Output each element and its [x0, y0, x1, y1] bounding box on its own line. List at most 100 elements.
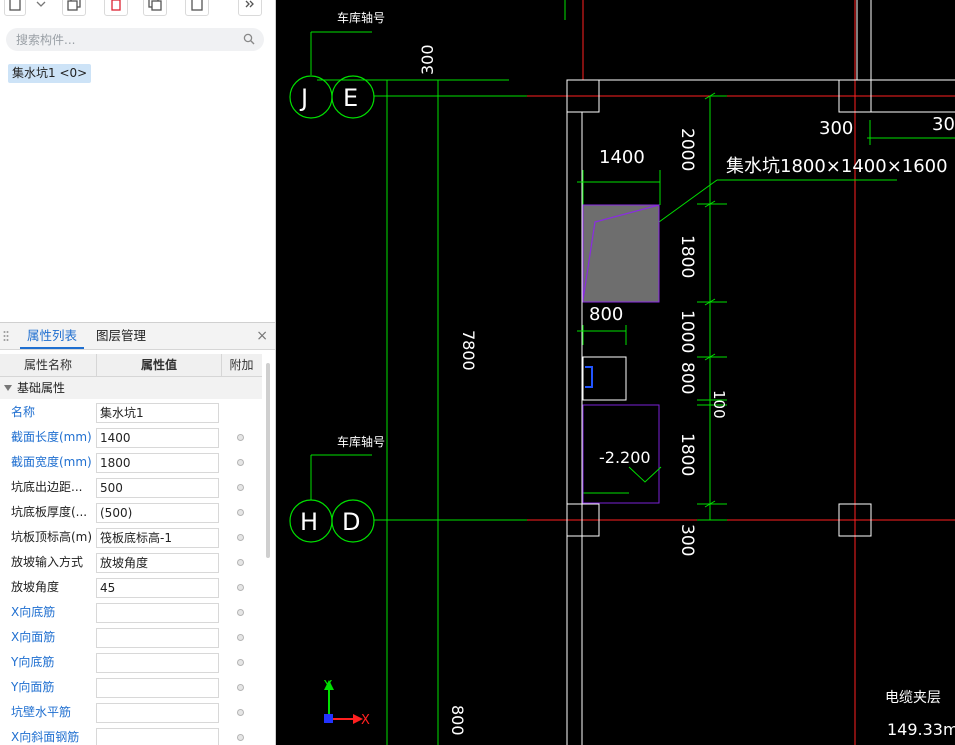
- dim-1000: 1000: [677, 310, 697, 353]
- dim-30: 30: [932, 114, 955, 135]
- layers-icon: [148, 0, 162, 11]
- sump-pit-shape[interactable]: [582, 204, 660, 303]
- extra-attribute-radio[interactable]: [237, 534, 244, 541]
- elevation-value: -2.200: [599, 448, 651, 467]
- group-label: 基础属性: [17, 381, 66, 395]
- column-header-extra: 附加: [229, 358, 254, 372]
- extra-attribute-radio[interactable]: [237, 459, 244, 466]
- room-label: 电缆夹层: [885, 690, 941, 706]
- dim-300-right: 300: [819, 118, 853, 139]
- extra-attribute-radio[interactable]: [237, 659, 244, 666]
- extra-attribute-radio[interactable]: [237, 559, 244, 566]
- pit-label: 集水坑1800×1400×1600: [726, 156, 948, 177]
- dim-2000: 2000: [677, 128, 697, 171]
- property-value-field[interactable]: [96, 728, 219, 745]
- dim-1800b: 1800: [677, 433, 697, 476]
- extra-attribute-radio[interactable]: [237, 584, 244, 591]
- chevron-down-icon: [36, 1, 46, 7]
- property-name: X向面筋: [11, 630, 56, 644]
- dim-800-bottom: 800: [448, 705, 467, 736]
- property-value-field[interactable]: [96, 628, 219, 648]
- axis-label-bottom: 车库轴号: [337, 434, 385, 449]
- property-name: 放坡输入方式: [11, 555, 84, 569]
- property-value-field[interactable]: 放坡角度: [96, 553, 219, 573]
- property-value-field[interactable]: 1400: [96, 428, 219, 448]
- property-name: 名称: [11, 405, 36, 419]
- property-row[interactable]: Y向面筋: [0, 675, 262, 700]
- axis-H: H: [300, 508, 318, 536]
- property-name: 坑底板厚度(...: [11, 505, 88, 519]
- property-value-field[interactable]: (500): [96, 503, 219, 523]
- dim-1800a: 1800: [677, 235, 697, 278]
- tab-property-list[interactable]: 属性列表: [20, 323, 84, 349]
- property-name: 坑壁水平筋: [11, 705, 72, 719]
- save-component-button[interactable]: [185, 0, 209, 16]
- property-value-field[interactable]: 筏板底标高-1: [96, 528, 219, 548]
- component-tree-item[interactable]: 集水坑1 <0>: [8, 64, 92, 83]
- property-row[interactable]: 坑板顶标高(m) 筏板底标高-1: [0, 525, 262, 550]
- extra-attribute-radio[interactable]: [237, 684, 244, 691]
- delete-component-button[interactable]: [104, 0, 128, 16]
- property-value-field[interactable]: 500: [96, 478, 219, 498]
- property-value-field[interactable]: 集水坑1: [96, 403, 219, 423]
- property-name: 截面长度(mm): [11, 430, 92, 444]
- save-icon: [191, 0, 203, 11]
- dim-1400: 1400: [599, 147, 645, 168]
- property-name: 坑底出边距...: [11, 480, 83, 494]
- dim-800: 800: [589, 304, 623, 325]
- paste-component-button[interactable]: [143, 0, 167, 16]
- search-input[interactable]: [16, 30, 236, 49]
- group-basic-properties[interactable]: 基础属性: [0, 377, 262, 399]
- column-header-name: 属性名称: [23, 358, 72, 372]
- new-component-button[interactable]: [4, 0, 26, 16]
- extra-attribute-radio[interactable]: [237, 484, 244, 491]
- property-row[interactable]: X向底筋: [0, 600, 262, 625]
- search-icon[interactable]: [243, 33, 255, 45]
- axis-label-top: 车库轴号: [337, 10, 385, 25]
- tab-layer-management[interactable]: 图层管理: [96, 323, 146, 349]
- new-file-icon: [9, 0, 21, 11]
- property-value-field[interactable]: 1800: [96, 453, 219, 473]
- property-panel: 属性列表 图层管理 × 属性名称 属性值 附加 基础属性 名称 集水坑1 截面长度(…: [0, 322, 275, 745]
- extra-attribute-radio[interactable]: [237, 734, 244, 741]
- ucs-x: X: [361, 713, 370, 728]
- property-name: Y向面筋: [11, 680, 55, 694]
- property-row[interactable]: X向斜面钢筋: [0, 725, 262, 745]
- property-scrollbar[interactable]: [266, 363, 270, 558]
- cad-canvas[interactable]: 车库轴号 车库轴号 J E H D 300 7800 800 1400 800 …: [277, 0, 955, 745]
- trash-icon: [111, 0, 121, 11]
- property-row[interactable]: 名称 集水坑1: [0, 400, 262, 425]
- property-row[interactable]: 截面宽度(mm) 1800: [0, 450, 262, 475]
- extra-attribute-radio[interactable]: [237, 634, 244, 641]
- property-row[interactable]: 坑壁水平筋: [0, 700, 262, 725]
- extra-attribute-radio[interactable]: [237, 434, 244, 441]
- extra-attribute-radio[interactable]: [237, 509, 244, 516]
- close-icon[interactable]: ×: [256, 328, 268, 344]
- new-dropdown-button[interactable]: [31, 0, 51, 16]
- property-row[interactable]: 坑底出边距... 500: [0, 475, 262, 500]
- property-name: X向斜面钢筋: [11, 730, 80, 744]
- property-row[interactable]: 坑底板厚度(... (500): [0, 500, 262, 525]
- extra-attribute-radio[interactable]: [237, 709, 244, 716]
- more-tools-button[interactable]: [238, 0, 262, 16]
- room-area: 149.33m2: [887, 720, 955, 739]
- property-value-field[interactable]: [96, 653, 219, 673]
- property-value-field[interactable]: 45: [96, 578, 219, 598]
- property-row[interactable]: Y向底筋: [0, 650, 262, 675]
- property-value-field[interactable]: [96, 603, 219, 623]
- copy-component-button[interactable]: [62, 0, 86, 16]
- property-row[interactable]: 截面长度(mm) 1400: [0, 425, 262, 450]
- drag-grip-icon[interactable]: [3, 330, 9, 342]
- property-value-field[interactable]: [96, 703, 219, 723]
- property-row[interactable]: 放坡输入方式 放坡角度: [0, 550, 262, 575]
- column-header-value: 属性值: [96, 354, 222, 376]
- ucs-y: Y: [323, 679, 332, 694]
- dim-7800: 7800: [459, 330, 478, 371]
- dim-300-top: 300: [418, 44, 437, 75]
- collapse-triangle-icon[interactable]: [4, 384, 12, 392]
- extra-attribute-radio[interactable]: [237, 609, 244, 616]
- property-row[interactable]: X向面筋: [0, 625, 262, 650]
- property-row[interactable]: 放坡角度 45: [0, 575, 262, 600]
- property-value-field[interactable]: [96, 678, 219, 698]
- property-name: X向底筋: [11, 605, 56, 619]
